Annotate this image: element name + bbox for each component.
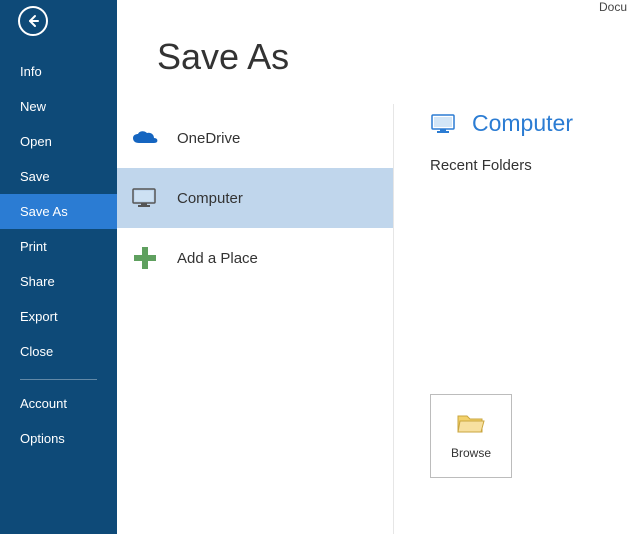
place-add[interactable]: Add a Place [117,228,393,288]
nav-divider [20,379,97,380]
computer-icon [430,113,458,135]
places-list: OneDrive Computer [117,104,394,534]
place-add-label: Add a Place [177,250,258,267]
computer-icon [131,184,159,212]
nav-options[interactable]: Options [0,421,117,456]
app-root: Info New Open Save Save As Print Share E… [0,0,627,534]
page-title: Save As [157,36,627,78]
columns: OneDrive Computer [117,104,627,534]
nav-save[interactable]: Save [0,159,117,194]
back-button[interactable] [18,6,48,36]
nav-export[interactable]: Export [0,299,117,334]
add-place-icon [131,244,159,272]
nav-list: Info New Open Save Save As Print Share E… [0,54,117,456]
folder-icon [456,412,486,434]
browse-label: Browse [451,446,491,460]
main-pane: Docu Save As OneDrive [117,0,627,534]
nav-close[interactable]: Close [0,334,117,369]
place-computer-label: Computer [177,190,243,207]
place-onedrive[interactable]: OneDrive [117,108,393,168]
place-computer[interactable]: Computer [117,168,393,228]
nav-info[interactable]: Info [0,54,117,89]
nav-new[interactable]: New [0,89,117,124]
nav-account[interactable]: Account [0,386,117,421]
browse-button[interactable]: Browse [430,394,512,478]
nav-print[interactable]: Print [0,229,117,264]
document-title-fragment: Docu [595,0,627,14]
nav-open[interactable]: Open [0,124,117,159]
right-header: Computer [430,110,627,137]
nav-share[interactable]: Share [0,264,117,299]
nav-save-as[interactable]: Save As [0,194,117,229]
onedrive-icon [131,124,159,152]
place-onedrive-label: OneDrive [177,130,240,147]
back-arrow-icon [25,13,41,29]
browse-wrap: Browse [430,394,627,478]
backstage-sidebar: Info New Open Save Save As Print Share E… [0,0,117,534]
right-title: Computer [472,110,573,137]
recent-folders-label: Recent Folders [430,157,627,174]
right-pane: Computer Recent Folders Browse [394,104,627,534]
